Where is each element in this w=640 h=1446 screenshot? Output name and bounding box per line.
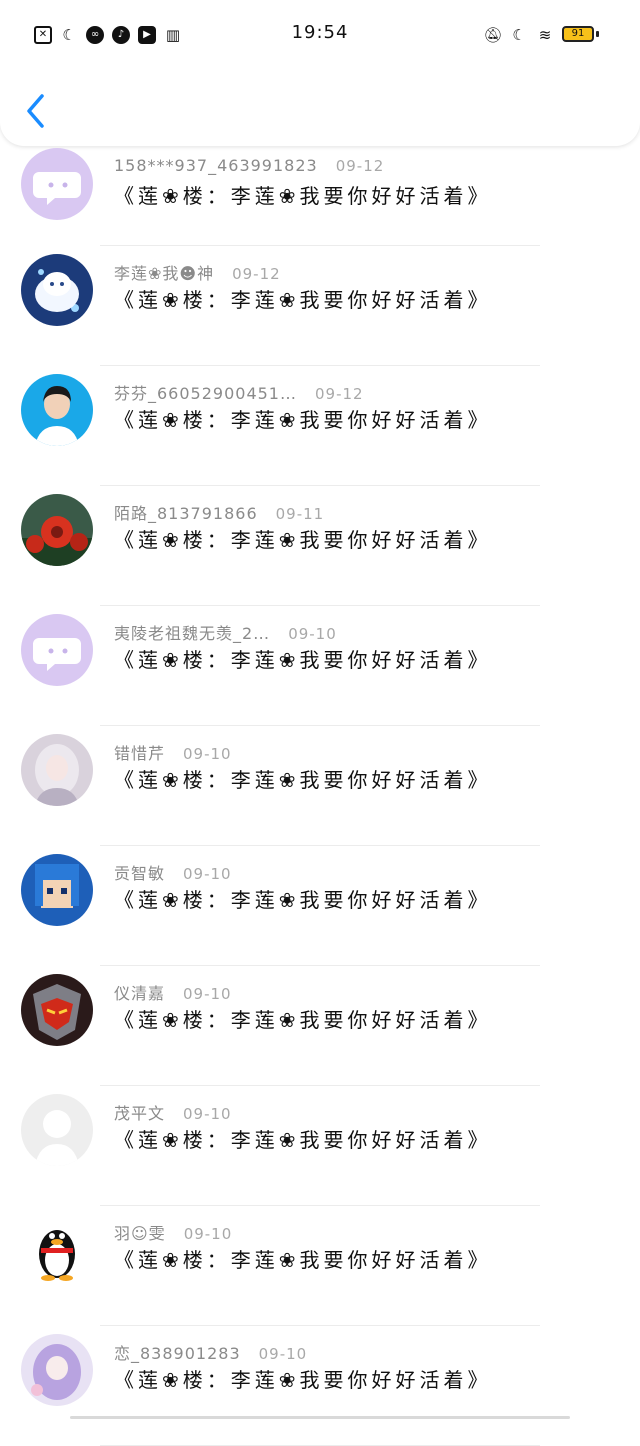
comment-date: 09-10 (258, 1345, 308, 1363)
comment-text: 《莲❀楼：李莲❀我要你好好活着》 (114, 768, 492, 792)
comment-item[interactable]: 夷陵老祖魏无羡_2… 09-10 《莲❀楼：李莲❀我要你好好活着》 (0, 606, 640, 726)
comment-text: 《莲❀楼：李莲❀我要你好好活着》 (114, 528, 492, 552)
username[interactable]: 贡智敏 (114, 860, 165, 884)
home-indicator[interactable] (70, 1416, 570, 1419)
username[interactable]: 仪清嘉 (114, 980, 165, 1004)
comment-meta: 羽☺雯 09-10 (114, 1220, 232, 1244)
comment-date: 09-10 (183, 865, 232, 883)
username[interactable]: 茂平文 (114, 1100, 165, 1124)
comment-date: 09-12 (314, 385, 364, 403)
avatar[interactable] (21, 148, 93, 220)
comment-date: 09-10 (183, 745, 232, 763)
comment-date: 09-10 (288, 625, 337, 643)
username[interactable]: 李莲❀我☻神 (114, 260, 214, 284)
comment-item[interactable]: 陌路_813791866 09-11 《莲❀楼：李莲❀我要你好好活着》 (0, 486, 640, 606)
comment-item[interactable]: 羽☺雯 09-10 《莲❀楼：李莲❀我要你好好活着》 (0, 1206, 640, 1326)
comment-text: 《莲❀楼：李莲❀我要你好好活着》 (114, 1128, 492, 1152)
comment-text: 《莲❀楼：李莲❀我要你好好活着》 (114, 1368, 492, 1392)
comment-text: 《莲❀楼：李莲❀我要你好好活着》 (114, 1008, 492, 1032)
comment-meta: 李莲❀我☻神 09-12 (114, 260, 281, 284)
avatar[interactable] (21, 614, 93, 686)
avatar[interactable] (21, 374, 93, 446)
username[interactable]: 错惜芹 (114, 740, 165, 764)
comment-item[interactable]: 贡智敏 09-10 《莲❀楼：李莲❀我要你好好活着》 (0, 846, 640, 966)
comment-date: 09-10 (183, 1105, 232, 1123)
avatar[interactable] (21, 854, 93, 926)
comment-item[interactable]: 茂平文 09-10 《莲❀楼：李莲❀我要你好好活着》 (0, 1086, 640, 1206)
comment-meta: 仪清嘉 09-10 (114, 980, 232, 1004)
comment-text: 《莲❀楼：李莲❀我要你好好活着》 (114, 888, 492, 912)
battery-level: 91 (562, 26, 594, 42)
comment-text: 《莲❀楼：李莲❀我要你好好活着》 (114, 648, 492, 672)
comment-date: 09-10 (183, 1225, 233, 1243)
comment-meta: 夷陵老祖魏无羡_2… 09-10 (114, 620, 337, 644)
comment-text: 《莲❀楼：李莲❀我要你好好活着》 (114, 408, 492, 432)
username[interactable]: 恋_838901283 (114, 1340, 241, 1364)
comment-meta: 恋_838901283 09-10 (114, 1340, 307, 1364)
comment-meta: 贡智敏 09-10 (114, 860, 232, 884)
comment-text: 《莲❀楼：李莲❀我要你好好活着》 (114, 1248, 492, 1272)
comment-item[interactable]: 错惜芹 09-10 《莲❀楼：李莲❀我要你好好活着》 (0, 726, 640, 846)
comment-date: 09-11 (275, 505, 325, 523)
comment-item[interactable]: 仪清嘉 09-10 《莲❀楼：李莲❀我要你好好活着》 (0, 966, 640, 1086)
comment-item[interactable]: 恋_838901283 09-10 《莲❀楼：李莲❀我要你好好活着》 (0, 1326, 640, 1446)
comment-item[interactable]: 芬芬_66052900451… 09-12 《莲❀楼：李莲❀我要你好好活着》 (0, 366, 640, 486)
comment-item[interactable]: 李莲❀我☻神 09-12 《莲❀楼：李莲❀我要你好好活着》 (0, 246, 640, 366)
username[interactable]: 陌路_813791866 (114, 500, 258, 524)
comment-meta: 158***937_463991823 09-12 (114, 156, 384, 175)
username[interactable]: 羽☺雯 (114, 1220, 166, 1244)
username[interactable]: 夷陵老祖魏无羡_2… (114, 620, 270, 644)
chevron-left-icon (27, 94, 44, 128)
comment-date: 09-12 (232, 265, 281, 283)
back-button[interactable] (22, 92, 52, 130)
comment-meta: 芬芬_66052900451… 09-12 (114, 380, 364, 404)
avatar[interactable] (21, 1214, 93, 1286)
avatar[interactable] (21, 974, 93, 1046)
mute-icon: 🔕︎ (483, 25, 503, 44)
avatar[interactable] (21, 1334, 93, 1406)
avatar[interactable] (21, 254, 93, 326)
comment-meta: 错惜芹 09-10 (114, 740, 232, 764)
moon-icon: ☾ (512, 25, 526, 44)
comment-list: 158***937_463991823 09-12 《莲❀楼：李莲❀我要你好好活着》… (0, 146, 640, 1446)
comment-text: 《莲❀楼：李莲❀我要你好好活着》 (114, 184, 492, 208)
avatar[interactable] (21, 494, 93, 566)
comment-date: 09-12 (335, 157, 385, 175)
status-bar: ✕ ☾ ∞ ♪ ▶ ▥ 19:54 🔕︎ ☾ ≋ 91 (0, 0, 640, 70)
comment-item[interactable]: 158***937_463991823 09-12 《莲❀楼：李莲❀我要你好好活着》 (0, 146, 640, 246)
wifi-icon: ≋ (538, 25, 552, 44)
avatar[interactable] (21, 734, 93, 806)
comment-meta: 陌路_813791866 09-11 (114, 500, 324, 524)
comment-meta: 茂平文 09-10 (114, 1100, 232, 1124)
avatar[interactable] (21, 1094, 93, 1166)
comment-text: 《莲❀楼：李莲❀我要你好好活着》 (114, 288, 492, 312)
username[interactable]: 芬芬_66052900451… (114, 380, 297, 404)
comment-date: 09-10 (183, 985, 232, 1003)
username[interactable]: 158***937_463991823 (114, 156, 318, 175)
